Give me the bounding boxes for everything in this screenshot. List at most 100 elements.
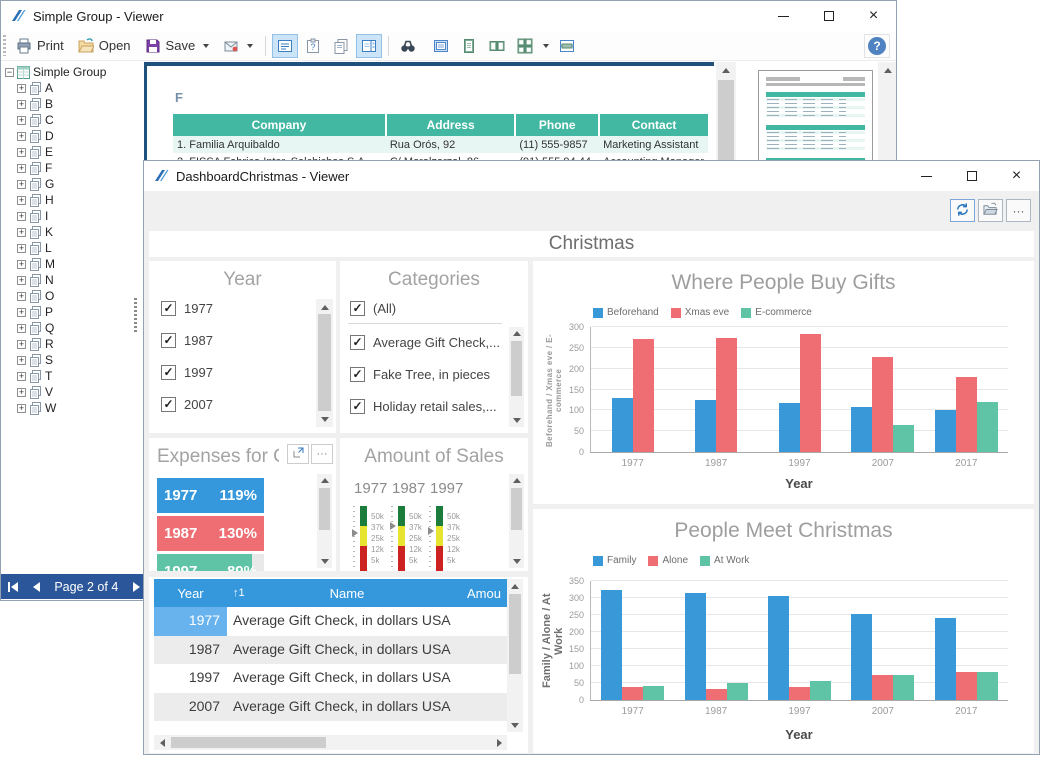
expand-icon[interactable]: + — [17, 388, 26, 397]
checkbox-checked-icon[interactable]: ✓ — [350, 399, 365, 414]
table-horizontal-scrollbar[interactable] — [154, 735, 507, 750]
scroll-up-icon[interactable] — [509, 327, 524, 340]
maximize-button[interactable] — [949, 161, 994, 191]
two-page-view-button[interactable] — [484, 34, 510, 58]
send-dropdown-arrow-icon[interactable] — [247, 44, 253, 48]
expand-icon[interactable]: + — [17, 196, 26, 205]
scrollbar-thumb[interactable] — [509, 594, 521, 674]
bar-family-2007[interactable] — [851, 614, 872, 700]
bar-at-work-1987[interactable] — [727, 683, 748, 700]
bar-e-commerce-2017[interactable] — [977, 402, 998, 452]
expand-icon[interactable]: + — [17, 180, 26, 189]
tree-item[interactable]: +W — [1, 400, 131, 416]
table-cell-year[interactable]: 1977 — [154, 607, 227, 636]
find-button[interactable] — [395, 34, 421, 58]
expand-icon[interactable]: + — [17, 228, 26, 237]
expense-bar-1997[interactable]: 199789% — [157, 554, 264, 571]
tree-item[interactable]: +F — [1, 160, 131, 176]
expand-icon[interactable]: + — [17, 84, 26, 93]
tree-item[interactable]: +A — [1, 80, 131, 96]
expense-bar-1977[interactable]: 1977119% — [157, 478, 264, 513]
table-column-header-year[interactable]: Year — [154, 579, 227, 607]
expand-icon[interactable]: + — [17, 244, 26, 253]
bar-alone-2017[interactable] — [956, 672, 977, 700]
table-cell-name[interactable]: Average Gift Check, in dollars USA — [227, 636, 467, 665]
bar-beforehand-2007[interactable] — [851, 407, 872, 452]
scroll-up-icon[interactable] — [878, 62, 897, 78]
tree-item[interactable]: +P — [1, 304, 131, 320]
table-cell-amount[interactable] — [467, 693, 507, 722]
legend-item[interactable]: E-commerce — [741, 307, 812, 318]
bar-beforehand-1997[interactable] — [779, 403, 800, 452]
category-checkbox-item[interactable]: ✓Holiday retail sales,... — [350, 399, 500, 414]
checkbox-checked-icon[interactable]: ✓ — [161, 365, 176, 380]
scroll-down-icon[interactable] — [317, 555, 332, 568]
tree-item[interactable]: +K — [1, 224, 131, 240]
expense-bar-1987[interactable]: 1987130% — [157, 516, 264, 551]
tree-item[interactable]: +D — [1, 128, 131, 144]
scroll-down-icon[interactable] — [509, 414, 524, 427]
bar-e-commerce-2007[interactable] — [893, 425, 914, 452]
maximize-button[interactable] — [806, 1, 851, 31]
expand-icon[interactable]: + — [17, 132, 26, 141]
category-checkbox-item[interactable]: ✓Fake Tree, in pieces — [350, 367, 500, 382]
scroll-up-icon[interactable] — [316, 299, 333, 315]
tree-item[interactable]: +R — [1, 336, 131, 352]
tree-item[interactable]: +C — [1, 112, 131, 128]
thumbnails-toggle-button[interactable] — [356, 34, 382, 58]
multi-page-view-button[interactable] — [512, 34, 538, 58]
scroll-down-icon[interactable] — [509, 555, 524, 568]
bar-xmas-eve-2017[interactable] — [956, 377, 977, 452]
tree-item[interactable]: +N — [1, 272, 131, 288]
table-column-header-amou[interactable]: Amou — [467, 579, 507, 607]
open-button[interactable]: Open — [71, 34, 138, 58]
scroll-down-icon[interactable] — [507, 718, 523, 732]
table-cell-amount[interactable] — [467, 664, 507, 693]
bar-family-1997[interactable] — [768, 596, 789, 700]
expand-icon[interactable]: + — [17, 100, 26, 109]
minimize-button[interactable] — [904, 161, 949, 191]
bar-family-1977[interactable] — [601, 590, 622, 700]
tree-item[interactable]: +I — [1, 208, 131, 224]
tree-splitter[interactable] — [132, 62, 142, 572]
bar-family-1987[interactable] — [685, 593, 706, 700]
checkbox-checked-icon[interactable]: ✓ — [161, 397, 176, 412]
legend-item[interactable]: Alone — [648, 555, 688, 566]
print-button[interactable]: Print — [9, 34, 71, 58]
legend-item[interactable]: Family — [593, 555, 636, 566]
bar-xmas-eve-2007[interactable] — [872, 357, 893, 452]
minimize-button[interactable] — [761, 1, 806, 31]
tree-item[interactable]: +B — [1, 96, 131, 112]
expand-icon[interactable]: + — [17, 308, 26, 317]
expand-icon[interactable]: + — [17, 372, 26, 381]
sales-scrollbar[interactable] — [509, 474, 524, 568]
scrollbar-thumb[interactable] — [171, 737, 326, 748]
scroll-down-icon[interactable] — [316, 411, 333, 427]
checkbox-checked-icon[interactable]: ✓ — [350, 367, 365, 382]
page-width-view-button[interactable] — [554, 34, 580, 58]
table-column-header-name[interactable]: ↑1Name — [227, 579, 467, 607]
collapse-icon[interactable]: − — [5, 68, 14, 77]
scroll-up-icon[interactable] — [509, 474, 524, 487]
year-checkbox-item[interactable]: ✓1997 — [161, 365, 213, 380]
checkbox-checked-icon[interactable]: ✓ — [161, 333, 176, 348]
year-checkbox-item[interactable]: ✓1977 — [161, 301, 213, 316]
table-cell-name[interactable]: Average Gift Check, in dollars USA — [227, 664, 467, 693]
tree-item[interactable]: +Q — [1, 320, 131, 336]
bar-beforehand-2017[interactable] — [935, 410, 956, 452]
expand-icon[interactable]: + — [17, 356, 26, 365]
expand-icon[interactable]: + — [17, 276, 26, 285]
table-vertical-scrollbar[interactable] — [507, 579, 523, 732]
table-row[interactable]: 1997Average Gift Check, in dollars USA — [154, 664, 507, 693]
save-button[interactable]: Save — [138, 34, 217, 58]
table-cell-year[interactable]: 2007 — [154, 693, 227, 722]
close-button[interactable]: × — [994, 161, 1039, 191]
bar-at-work-1997[interactable] — [810, 681, 831, 700]
table-row[interactable]: 1977Average Gift Check, in dollars USA — [154, 607, 507, 636]
tree-item[interactable]: +H — [1, 192, 131, 208]
bookmarks-toggle-button[interactable] — [272, 34, 298, 58]
close-button[interactable]: × — [851, 1, 896, 31]
expand-icon[interactable]: + — [17, 164, 26, 173]
bar-family-2017[interactable] — [935, 618, 956, 700]
year-checkbox-item[interactable]: ✓1987 — [161, 333, 213, 348]
